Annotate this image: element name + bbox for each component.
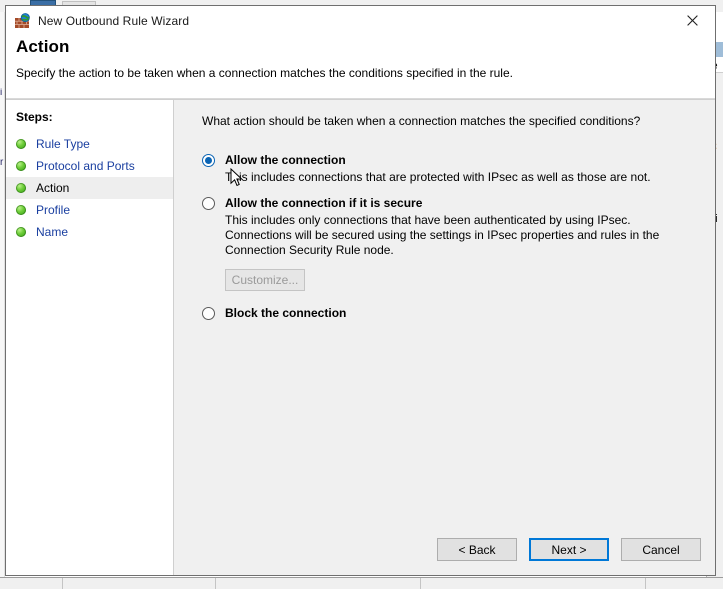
radio-allow-the-connection[interactable] [202, 154, 215, 167]
back-button[interactable]: < Back [437, 538, 517, 561]
firewall-rule-icon [15, 12, 31, 29]
new-outbound-rule-wizard-dialog: New Outbound Rule Wizard Action Specify … [5, 5, 716, 576]
sidebar-item-action[interactable]: Action [6, 177, 173, 199]
customize-button[interactable]: Customize... [225, 269, 305, 291]
cancel-button[interactable]: Cancel [621, 538, 701, 561]
sidebar-item-protocol-and-ports[interactable]: Protocol and Ports [6, 155, 173, 177]
background-status-bar [0, 577, 723, 589]
dialog-title: New Outbound Rule Wizard [38, 13, 190, 28]
background-status-sep-2 [215, 578, 216, 589]
action-question: What action should be taken when a conne… [202, 114, 641, 128]
sidebar-item-rule-type[interactable]: Rule Type [6, 133, 173, 155]
close-icon[interactable] [670, 6, 715, 35]
option-block-the-connection[interactable]: Block the connection [202, 306, 672, 320]
step-bullet-icon [16, 227, 26, 237]
page-title: Action [16, 37, 70, 56]
page-subtitle: Specify the action to be taken when a co… [16, 66, 513, 80]
dialog-titlebar[interactable]: New Outbound Rule Wizard [6, 6, 715, 35]
page-header: Action Specify the action to be taken wh… [6, 35, 715, 98]
option-label: Allow the connection [225, 153, 346, 167]
radio-block-the-connection[interactable] [202, 307, 215, 320]
sidebar-item-name[interactable]: Name [6, 221, 173, 243]
content-panel: What action should be taken when a conne… [174, 99, 715, 575]
background-status-sep-3 [420, 578, 421, 589]
option-allow-if-secure[interactable]: Allow the connection if it is secure Thi… [202, 196, 672, 291]
steps-sidebar: Steps: Rule Type Protocol and Ports Acti… [6, 99, 174, 575]
dialog-footer: < Back Next > Cancel [174, 538, 715, 561]
sidebar-item-label: Rule Type [36, 137, 90, 151]
steps-title: Steps: [16, 110, 53, 124]
option-label: Block the connection [225, 306, 347, 320]
option-label: Allow the connection if it is secure [225, 196, 423, 210]
option-allow-the-connection[interactable]: Allow the connection This includes conne… [202, 153, 672, 185]
next-button[interactable]: Next > [529, 538, 609, 561]
sidebar-item-label: Protocol and Ports [36, 159, 135, 173]
step-bullet-icon [16, 205, 26, 215]
step-bullet-icon [16, 183, 26, 193]
background-status-sep-4 [645, 578, 646, 589]
option-description: This includes only connections that have… [225, 213, 660, 257]
step-bullet-icon [16, 139, 26, 149]
option-description: This includes connections that are prote… [225, 170, 651, 184]
sidebar-item-label: Profile [36, 203, 71, 217]
step-bullet-icon [16, 161, 26, 171]
radio-allow-if-secure[interactable] [202, 197, 215, 210]
sidebar-item-profile[interactable]: Profile [6, 199, 173, 221]
sidebar-item-label: Name [36, 225, 69, 239]
sidebar-item-label: Action [36, 181, 70, 195]
background-status-sep-1 [62, 578, 63, 589]
dialog-body: Steps: Rule Type Protocol and Ports Acti… [6, 98, 715, 575]
background-status-text [96, 588, 99, 589]
